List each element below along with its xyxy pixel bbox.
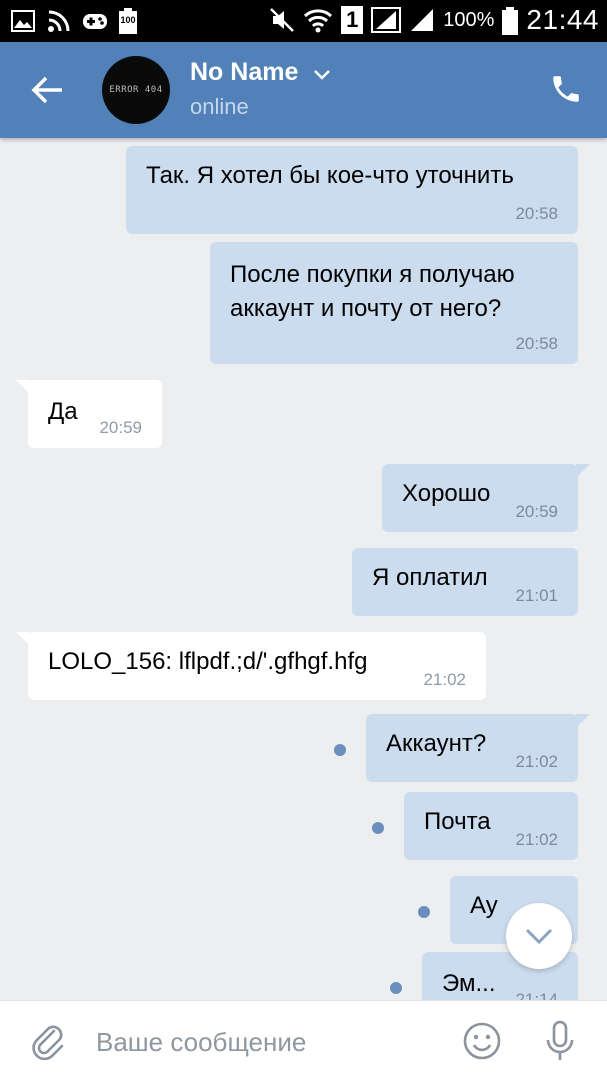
gamepad-icon bbox=[82, 8, 108, 34]
unread-indicator bbox=[390, 982, 402, 994]
message-bubble[interactable]: Я оплатил 21:01 bbox=[352, 548, 578, 616]
bubble-tail bbox=[16, 380, 30, 394]
back-arrow-icon bbox=[31, 76, 62, 104]
scroll-down-icon bbox=[525, 928, 553, 945]
clock: 21:44 bbox=[526, 4, 599, 35]
unread-indicator bbox=[334, 744, 346, 756]
message-text: LOLO_156: lflpdf.;d/'.gfhgf.hfg bbox=[48, 648, 368, 675]
message-text: Хорошо bbox=[402, 480, 491, 507]
paperclip-icon bbox=[32, 1025, 64, 1061]
message-bubble[interactable]: Так. Я хотел бы кое-что уточнить 20:58 bbox=[126, 146, 578, 234]
message-text: Аккаунт? bbox=[386, 730, 487, 757]
message-bubble[interactable]: Да 20:59 bbox=[16, 380, 162, 448]
unread-indicator bbox=[372, 822, 384, 834]
unread-indicator bbox=[418, 906, 430, 918]
message-text: После покупки я получаю аккаунт и почту … bbox=[230, 261, 515, 322]
message-bubble[interactable]: LOLO_156: lflpdf.;d/'.gfhgf.hfg 21:02 bbox=[16, 632, 486, 700]
rss-icon bbox=[46, 8, 72, 34]
signal-icon bbox=[409, 7, 435, 33]
voice-button[interactable] bbox=[540, 1019, 580, 1063]
battery-percent: 100% bbox=[443, 8, 495, 31]
avatar-text: ERROR 404 bbox=[109, 85, 163, 95]
bubble-tail bbox=[576, 464, 590, 478]
call-button[interactable] bbox=[549, 72, 583, 106]
message-text: Ау bbox=[470, 892, 498, 919]
message-bubble[interactable]: Аккаунт? 21:02 bbox=[366, 714, 590, 782]
message-time: 20:58 bbox=[515, 334, 558, 353]
message-bubble[interactable]: Почта 21:02 bbox=[404, 792, 578, 860]
sim-badge: 1 bbox=[341, 6, 364, 34]
avatar[interactable]: ERROR 404 bbox=[102, 56, 170, 124]
bubble-tail bbox=[576, 714, 590, 728]
signal-icon bbox=[371, 7, 402, 33]
message-time: 20:58 bbox=[515, 204, 558, 223]
message-bubble[interactable]: Хорошо 20:59 bbox=[382, 464, 590, 532]
emoji-button[interactable] bbox=[462, 1021, 502, 1061]
message-text: Эм... bbox=[442, 970, 496, 997]
mute-icon bbox=[269, 7, 295, 33]
attach-button[interactable] bbox=[28, 1021, 68, 1061]
status-bar: 100 1 100% 21:44 bbox=[0, 0, 607, 42]
scroll-down-button[interactable] bbox=[506, 903, 572, 969]
image-icon bbox=[10, 8, 36, 34]
back-button[interactable] bbox=[30, 72, 66, 108]
message-time: 20:59 bbox=[515, 502, 558, 521]
phone-icon bbox=[553, 76, 579, 102]
battery-icon bbox=[502, 7, 519, 35]
message-text: Почта bbox=[424, 808, 491, 835]
message-text: Так. Я хотел бы кое-что уточнить bbox=[146, 162, 514, 189]
message-list[interactable]: Так. Я хотел бы кое-что уточнить 20:58 П… bbox=[0, 138, 607, 1000]
message-bubble[interactable]: После покупки я получаю аккаунт и почту … bbox=[210, 242, 578, 364]
contact-name[interactable]: No Name bbox=[190, 58, 298, 87]
chat-header: ERROR 404 No Name online bbox=[0, 42, 607, 138]
battery-saver-icon: 100 bbox=[118, 8, 138, 34]
message-input[interactable] bbox=[96, 1021, 436, 1063]
contact-status: online bbox=[190, 94, 249, 119]
message-time: 21:14 bbox=[515, 990, 558, 1000]
message-time: 21:01 bbox=[515, 586, 558, 605]
message-text: Я оплатил bbox=[372, 564, 488, 591]
chevron-down-icon[interactable] bbox=[313, 68, 331, 82]
bubble-tail bbox=[16, 632, 30, 646]
message-text: Да bbox=[48, 398, 78, 425]
wifi-icon bbox=[303, 7, 333, 33]
microphone-icon bbox=[546, 1020, 574, 1060]
composer bbox=[0, 1000, 607, 1081]
message-time: 21:02 bbox=[515, 752, 558, 771]
emoji-icon bbox=[463, 1022, 501, 1060]
message-time: 21:02 bbox=[423, 670, 466, 689]
message-time: 21:02 bbox=[515, 830, 558, 849]
message-time: 20:59 bbox=[99, 418, 142, 437]
